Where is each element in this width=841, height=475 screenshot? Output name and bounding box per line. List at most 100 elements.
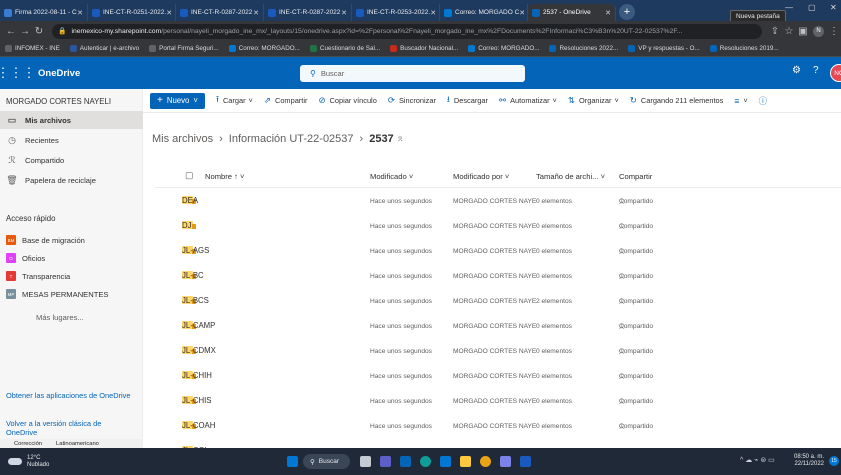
table-row[interactable]: JL-CAMP Hace unos segundos MORGADO CORTES …	[155, 313, 841, 338]
modified-by-cell[interactable]: MORGADO CORTES NAYE	[453, 198, 536, 205]
chat-icon[interactable]	[380, 456, 391, 467]
browser-tab-active[interactable]: 2537 - OneDrive ✕	[528, 4, 616, 21]
app-name[interactable]: OneDrive	[38, 68, 80, 79]
close-icon[interactable]: ✕	[341, 9, 347, 17]
close-icon[interactable]: ✕	[605, 9, 611, 17]
download-item[interactable]: Latinoamericano	[56, 441, 99, 447]
modified-by-cell[interactable]: MORGADO CORTES NAYE	[453, 323, 536, 330]
get-apps-link[interactable]: Obtener las aplicaciones de OneDrive	[6, 391, 134, 400]
column-modified-by[interactable]: Modificado por ˅	[453, 172, 509, 181]
app-launcher-icon[interactable]: ⋮⋮⋮	[0, 57, 36, 89]
close-icon[interactable]: ✕	[77, 9, 83, 17]
modified-by-cell[interactable]: MORGADO CORTES NAYE	[453, 398, 536, 405]
bookmark[interactable]: Buscador Nacional...	[390, 45, 458, 52]
column-sharing[interactable]: Compartir	[619, 172, 652, 181]
close-icon[interactable]: ✕	[519, 9, 525, 17]
maximize-icon[interactable]: ▢	[808, 3, 816, 12]
close-icon[interactable]: ✕	[430, 9, 436, 17]
bookmark[interactable]: Autenticar | e-archivo	[69, 45, 139, 52]
quick-access-item[interactable]: MP MESAS PERMANENTES	[6, 286, 109, 302]
start-icon[interactable]	[287, 456, 298, 467]
column-modified[interactable]: Modificado ˅	[370, 172, 413, 181]
copy-link-button[interactable]: ⊘ Copiar vínculo	[318, 95, 376, 106]
browser-tab[interactable]: INE-CT-R-0287-2022 ✕	[264, 4, 352, 21]
quick-access-item[interactable]: BM Base de migración	[6, 232, 85, 248]
modified-by-cell[interactable]: MORGADO CORTES NAYE	[453, 298, 536, 305]
url-field[interactable]: 🔒 inemexico-my.sharepoint.com/personal/n…	[52, 23, 762, 39]
breadcrumb-root[interactable]: Mis archivos	[152, 133, 213, 145]
minimize-icon[interactable]: —	[785, 3, 793, 12]
column-name[interactable]: Nombre ↑ ˅	[205, 172, 244, 181]
table-row[interactable]: JL-CHIH Hace unos segundos MORGADO CORTES …	[155, 363, 841, 388]
breadcrumb-parent[interactable]: Información UT-22-02537	[229, 133, 354, 145]
bookmark[interactable]: Portal Firma Seguri...	[149, 45, 219, 52]
quick-access-item[interactable]: T Transparencia	[6, 268, 70, 284]
modified-by-cell[interactable]: MORGADO CORTES NAYE	[453, 223, 536, 230]
info-button[interactable]: ⓘ	[759, 95, 772, 107]
bookmark[interactable]: VP y respuestas - O...	[628, 45, 700, 52]
bookmark[interactable]: Resoluciones 2022...	[549, 45, 618, 52]
notification-badge[interactable]: 15	[829, 456, 839, 466]
browser-tab[interactable]: INE-CT-R-0251-2022. ✕	[88, 4, 176, 21]
view-options-button[interactable]: ≡ ˅	[734, 96, 747, 106]
store-icon[interactable]	[440, 456, 451, 467]
modified-by-cell[interactable]: MORGADO CORTES NAYE	[453, 273, 536, 280]
modified-by-cell[interactable]: MORGADO CORTES NAYE	[453, 248, 536, 255]
window-icon[interactable]: ▣	[796, 26, 810, 37]
modified-by-cell[interactable]: MORGADO CORTES NAYE	[453, 348, 536, 355]
browser-tab[interactable]: INE-CT-R-0253-2022. ✕	[352, 4, 440, 21]
bookmark[interactable]: Cuestionario de Sal...	[309, 45, 380, 52]
table-row[interactable]: JL-CHIS Hace unos segundos MORGADO CORTES …	[155, 388, 841, 413]
classic-view-link[interactable]: Volver a la versión clásica de OneDrive	[6, 419, 134, 437]
close-icon[interactable]: ✕	[166, 9, 172, 17]
modified-by-cell[interactable]: MORGADO CORTES NAYE	[453, 423, 536, 430]
download-button[interactable]: ⭳ Descargar	[447, 94, 488, 108]
share-button[interactable]: ⇗ Compartir	[264, 95, 308, 106]
sidebar-item-recycle-bin[interactable]: 🗑 Papelera de reciclaje	[0, 171, 143, 189]
new-button[interactable]: + Nuevo ˅	[150, 92, 205, 109]
teams-icon[interactable]	[500, 456, 511, 467]
sidebar-item-shared[interactable]: ℛ Compartido	[0, 151, 143, 169]
search-input[interactable]: ⚲ Buscar	[300, 65, 525, 82]
forward-icon[interactable]: →	[18, 26, 32, 37]
weather-widget[interactable]: 12°C Nublado	[8, 455, 49, 469]
file-explorer-icon[interactable]	[460, 456, 471, 467]
bookmark[interactable]: Correo: MORGADO...	[228, 45, 300, 52]
browser-tab[interactable]: Correo: MORGADO C ✕	[440, 4, 528, 21]
table-row[interactable]: JL-BC Hace unos segundos MORGADO CORTES NA…	[155, 263, 841, 288]
download-item[interactable]: Corrección	[14, 441, 42, 447]
reload-icon[interactable]: ↻	[32, 26, 46, 37]
automate-button[interactable]: ⚯ Automatizar ˅	[499, 95, 557, 106]
back-icon[interactable]: ←	[4, 26, 18, 37]
gear-icon[interactable]: ⚙	[792, 65, 801, 76]
word-icon[interactable]	[520, 456, 531, 467]
avatar[interactable]: NC	[830, 64, 841, 82]
chrome-icon[interactable]	[480, 456, 491, 467]
onedrive-icon[interactable]	[400, 456, 411, 467]
close-icon[interactable]: ✕	[253, 9, 259, 17]
table-row[interactable]: JL-AGS Hace unos segundos MORGADO CORTES N…	[155, 238, 841, 263]
browser-tab[interactable]: Firma 2022-08-11 - C ✕	[0, 4, 88, 21]
organize-button[interactable]: ⇅ Organizar ˅	[568, 95, 619, 106]
upload-button[interactable]: ⭱ Cargar ˅	[216, 94, 253, 108]
column-size[interactable]: Tamaño de archi... ˅	[536, 172, 605, 181]
task-view-icon[interactable]	[360, 456, 371, 467]
close-window-icon[interactable]: ✕	[830, 3, 837, 12]
new-tab-button[interactable]: +	[619, 4, 635, 20]
taskbar-search[interactable]: ⚲ Buscar	[303, 454, 350, 469]
quick-access-item[interactable]: O Oficios	[6, 250, 45, 266]
browser-tab[interactable]: INE-CT-R-0287-2022 ✕	[176, 4, 264, 21]
bookmark[interactable]: Resoluciones 2019...	[709, 45, 779, 52]
menu-icon[interactable]: ⋮	[827, 26, 841, 37]
sidebar-item-my-files[interactable]: ▭ Mis archivos	[0, 111, 143, 129]
help-icon[interactable]: ?	[813, 65, 819, 76]
sidebar-item-recent[interactable]: ◷ Recientes	[0, 131, 143, 149]
clock[interactable]: 08:50 a. m. 22/11/2022	[794, 454, 824, 468]
table-row[interactable]: DEA Hace unos segundos MORGADO CORTES NAYE…	[155, 188, 841, 213]
table-row[interactable]: JL-CDMX Hace unos segundos MORGADO CORTES …	[155, 338, 841, 363]
modified-by-cell[interactable]: MORGADO CORTES NAYE	[453, 373, 536, 380]
table-row[interactable]: JL-BCS Hace unos segundos MORGADO CORTES N…	[155, 288, 841, 313]
more-places-link[interactable]: Más lugares...	[36, 313, 84, 322]
edge-icon[interactable]	[420, 456, 431, 467]
bookmark[interactable]: Correo: MORGADO...	[468, 45, 539, 52]
